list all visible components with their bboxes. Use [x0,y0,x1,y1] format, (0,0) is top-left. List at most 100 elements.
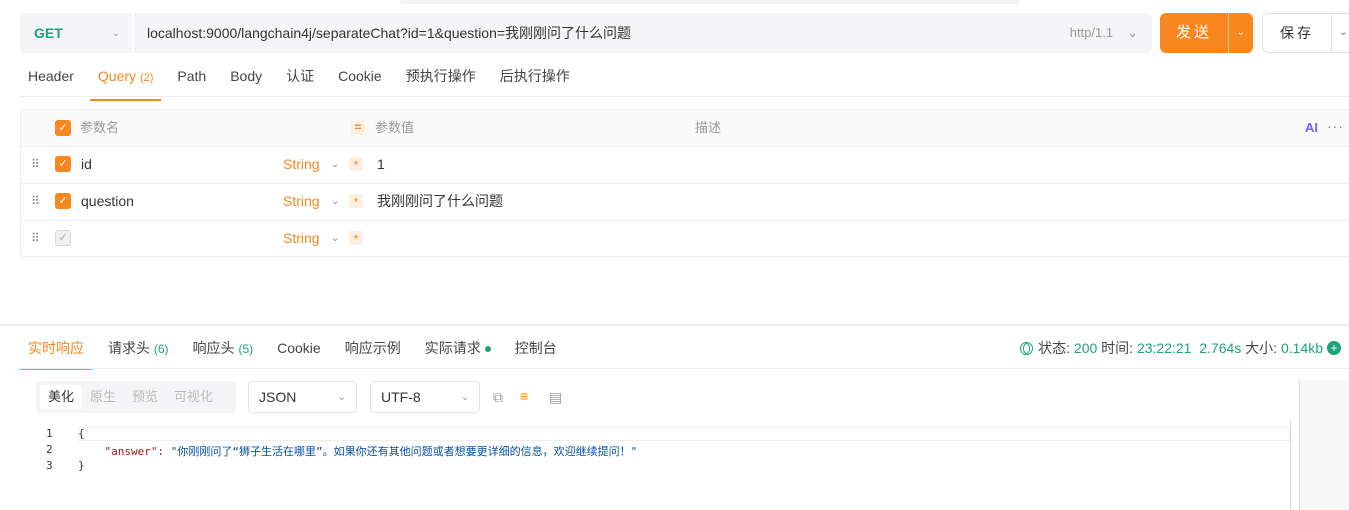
line-number: 3 [46,459,53,472]
tab-body[interactable]: Body [222,60,270,96]
bulk-edit-icon[interactable]: = [351,121,365,135]
save-options-chevron-icon[interactable]: ⌄ [1339,14,1347,52]
format-select[interactable]: JSON ⌄ [248,381,357,413]
param-type[interactable]: String [283,146,320,183]
method-separator [132,13,134,53]
send-button[interactable]: 发送 ⌄ [1160,13,1253,53]
protocol-select[interactable]: http/1.1 ⌄ [1070,13,1138,53]
param-name[interactable]: question [81,183,134,220]
send-label: 发送 [1175,24,1212,41]
table-row: ⠿ ✓ String ⌄ * [21,220,1349,257]
tab-cookie[interactable]: Cookie [330,60,390,96]
encoding-select[interactable]: UTF-8 ⌄ [370,381,480,413]
response-duration: 2.764s [1199,340,1242,356]
send-options-chevron-icon[interactable]: ⌄ [1229,13,1253,53]
tab-response-headers[interactable]: 响应头 (5) [185,333,262,365]
row-checkbox[interactable]: ✓ [55,230,71,246]
response-tab-divider [20,368,1349,369]
response-body-editor[interactable]: 1 2 3 { "answer": "你刚刚问了“狮子生活在哪里”。如果你还有其… [20,420,1300,510]
format-lines-icon[interactable]: ≡ [520,388,528,404]
response-size: 0.14kb [1280,340,1323,356]
format-label: JSON [259,389,297,405]
row-checkbox[interactable]: ✓ [55,193,71,209]
code-line: { [78,427,85,440]
ai-icon[interactable]: AI [1305,120,1318,135]
tab-pre-script[interactable]: 预执行操作 [398,60,484,96]
panel-resize-handle[interactable] [0,324,1349,326]
tab-response-example[interactable]: 响应示例 [337,333,409,365]
col-desc: 描述 [695,120,722,135]
view-visualize[interactable]: 可视化 [166,385,221,409]
json-value: "你刚刚问了“狮子生活在哪里”。如果你还有其他问题或者想要更详细的信息，欢迎继续… [170,445,638,458]
tab-live-response[interactable]: 实时响应 [20,333,92,370]
col-value: 参数值 [375,120,415,135]
row-checkbox[interactable]: ✓ [55,156,71,172]
drag-handle-icon[interactable]: ⠿ [31,183,40,220]
tab-console[interactable]: 控制台 [507,333,565,365]
chevron-down-icon[interactable]: ⌄ [331,220,339,257]
tab-response-cookie[interactable]: Cookie [269,333,329,365]
tab-request-headers[interactable]: 请求头 (6) [100,333,177,365]
editor-minimap[interactable] [1299,380,1349,510]
table-header: ✓ 参数名 = 参数值 描述 AI ··· [21,110,1349,147]
top-strip [400,0,1020,4]
required-star-icon[interactable]: * [349,231,363,246]
chevron-down-icon[interactable]: ⌄ [331,183,339,220]
code-line: } [78,459,85,472]
status-label: 状态: [1038,340,1071,356]
select-all-checkbox[interactable]: ✓ [55,120,71,136]
save-icon[interactable]: ▤ [549,389,562,406]
query-params-table: ✓ 参数名 = 参数值 描述 AI ··· ⠿ ✓ id String ⌄ * … [20,109,1349,257]
chevron-down-icon: ⌄ [460,391,469,403]
chevron-down-icon[interactable]: ⌄ [331,146,339,183]
view-raw[interactable]: 原生 [82,385,124,409]
tab-divider [20,96,1349,97]
required-star-icon[interactable]: * [349,194,363,209]
tab-actual-request[interactable]: 实际请求 [417,333,499,365]
line-number: 2 [46,443,53,456]
editor-ruler [1290,420,1291,510]
view-pretty[interactable]: 美化 [40,385,83,409]
protocol-label: http/1.1 [1069,25,1114,40]
table-row: ⠿ ✓ question String ⌄ * 我刚刚问了什么问题 [21,183,1349,221]
json-key: "answer" [104,445,158,458]
globe-icon [1020,341,1034,355]
drag-handle-icon[interactable]: ⠿ [31,146,40,183]
param-value[interactable]: 1 [377,146,385,183]
required-star-icon[interactable]: * [349,157,363,172]
drag-handle-icon[interactable]: ⠿ [31,220,40,257]
add-icon[interactable]: + [1327,341,1341,355]
chevron-down-icon: ⌄ [1127,25,1138,40]
tab-auth[interactable]: 认证 [278,60,322,96]
response-tabs: 实时响应 请求头 (6) 响应头 (5) Cookie 响应示例 实际请求 控制… [20,333,573,370]
url-input[interactable]: localhost:9000/langchain4j/separateChat?… [147,13,631,53]
response-time: 23:22:21 [1136,340,1192,356]
param-name[interactable]: id [81,146,92,183]
size-label: 大小: [1245,340,1278,356]
request-tabs: Header Query (2) Path Body 认证 Cookie 预执行… [20,60,586,101]
param-value[interactable]: 我刚刚问了什么问题 [377,183,503,220]
time-label: 时间: [1101,340,1134,356]
view-preview[interactable]: 预览 [124,385,166,409]
encoding-label: UTF-8 [381,389,421,405]
status-dot-icon [484,346,491,353]
tab-path[interactable]: Path [169,60,214,96]
response-status: 状态: 200 时间: 23:22:21 2.764s 大小: 0.14kb + [1020,333,1341,363]
tab-header[interactable]: Header [20,60,82,96]
save-label: 保存 [1280,25,1314,41]
line-number: 1 [46,427,53,440]
param-type[interactable]: String [283,183,320,220]
tab-post-script[interactable]: 后执行操作 [492,60,578,96]
request-url-bar: GET ⌄ localhost:9000/langchain4j/separat… [20,13,1152,53]
chevron-down-icon: ⌄ [111,27,120,39]
current-line-highlight [78,427,1290,441]
tab-query[interactable]: Query (2) [89,60,162,101]
method-select[interactable]: GET ⌄ [20,13,132,53]
param-type[interactable]: String [283,220,320,257]
more-icon[interactable]: ··· [1327,118,1344,134]
copy-icon[interactable]: ⧉ [493,389,503,406]
method-label: GET [34,25,63,41]
save-button[interactable]: 保存 ⌄ [1262,13,1349,53]
view-mode-segment: 美化 原生 预览 可视化 [36,381,236,413]
col-name: 参数名 [80,120,120,135]
